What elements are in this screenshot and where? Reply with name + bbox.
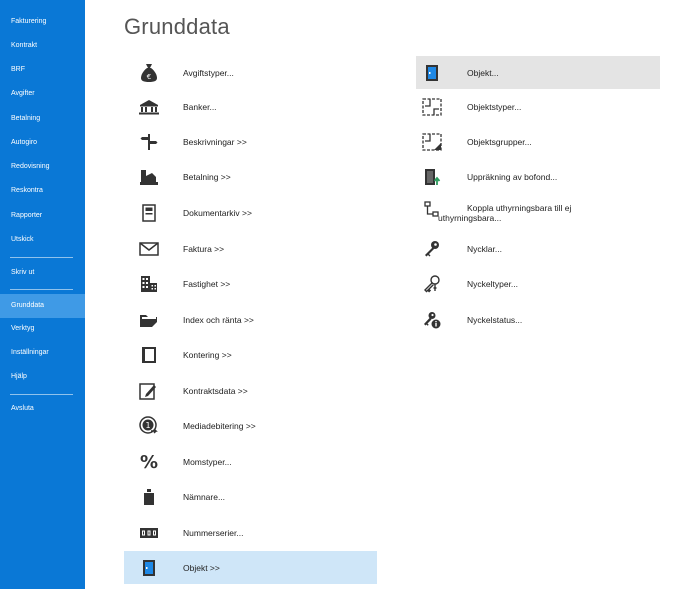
floorplan-icon [421,96,443,118]
menu-item-label: Nummerserier... [183,527,244,538]
sidebar: Fakturering Kontrakt BRF Avgifter Betaln… [0,0,85,589]
door-icon [138,557,160,579]
contract-edit-icon [138,380,160,402]
menu-item-faktura[interactable]: Faktura >> [124,232,377,265]
sidebar-item-rapporter[interactable]: Rapporter [0,205,85,227]
menu-item-objekt-submenu[interactable]: Objekt >> [124,551,377,584]
submenu-item-koppla-uthyrningsbara[interactable]: Koppla uthyrningsbara till ej uthyrnings… [416,196,660,229]
signpost-icon [138,131,160,153]
menu-item-namnare[interactable]: Nämnare... [124,480,377,513]
menu-item-label: Kontraktsdata >> [183,385,248,396]
menu-item-momstyper[interactable]: % Momstyper... [124,445,377,478]
submenu-item-nyckelstatus[interactable]: Nyckelstatus... [416,303,660,336]
key-icon [421,238,443,260]
menu-item-index-och-ranta[interactable]: Index och ränta >> [124,303,377,336]
sidebar-item-kontrakt[interactable]: Kontrakt [0,35,85,57]
submenu-item-objektsgrupper[interactable]: Objektsgrupper... [416,125,660,158]
sidebar-item-hjalp[interactable]: Hjälp [0,366,85,388]
media-debit-icon: 1 [138,415,160,437]
door-icon [421,62,443,84]
sidebar-item-autogiro[interactable]: Autogiro [0,132,85,154]
svg-text:€: € [147,73,151,81]
menu-item-label: Mediadebitering >> [183,420,256,431]
money-bag-icon: € [138,62,160,84]
menu-item-kontering[interactable]: Kontering >> [124,338,377,371]
building-icon [138,273,160,295]
weight-icon [138,486,160,508]
submenu-item-nycklar[interactable]: Nycklar... [416,232,660,265]
menu-item-mediadebitering[interactable]: 1 Mediadebitering >> [124,409,377,442]
envelope-icon [138,238,160,260]
submenu-item-objekt[interactable]: Objekt... [416,56,660,89]
sidebar-item-installningar[interactable]: Inställningar [0,342,85,364]
menu-item-label: Objekt >> [183,562,220,573]
sidebar-item-avgifter[interactable]: Avgifter [0,83,85,105]
submenu-item-nyckeltyper[interactable]: Nyckeltyper... [416,267,660,300]
svg-text:%: % [140,453,158,471]
menu-item-label: Nämnare... [183,491,226,502]
sidebar-item-fakturering[interactable]: Fakturering [0,11,85,33]
sidebar-item-betalning[interactable]: Betalning [0,108,85,130]
folder-chart-icon [138,309,160,331]
sidebar-item-grunddata[interactable]: Grunddata [0,294,85,318]
document-archive-icon [138,202,160,224]
menu-item-label: Objekt... [467,67,499,78]
sidebar-divider [10,289,73,290]
menu-item-label: Nyckelstatus... [467,314,523,325]
menu-item-banker[interactable]: Banker... [124,90,377,123]
menu-item-fastighet[interactable]: Fastighet >> [124,267,377,300]
menu-item-nummerserier[interactable]: Nummerserier... [124,516,377,549]
percent-icon: % [138,451,160,473]
menu-item-label-line2: uthyrningsbara... [438,212,502,223]
menu-item-label: Index och ränta >> [183,314,254,325]
menu-item-label: Koppla uthyrningsbara till ej uthyrnings… [438,203,658,223]
menu-item-label: Fastighet >> [183,278,231,289]
sidebar-item-utskick[interactable]: Utskick [0,229,85,251]
sidebar-item-redovisning[interactable]: Redovisning [0,156,85,178]
menu-item-label: Nyckeltyper... [467,278,519,289]
menu-item-label: Uppräkning av bofond... [467,171,558,182]
sidebar-item-brf[interactable]: BRF [0,59,85,81]
sidebar-item-skriv-ut[interactable]: Skriv ut [0,262,85,284]
menu-item-beskrivningar[interactable]: Beskrivningar >> [124,125,377,158]
sidebar-divider [10,257,73,258]
key-info-icon [421,309,443,331]
bank-icon [138,96,160,118]
menu-item-kontraktsdata[interactable]: Kontraktsdata >> [124,374,377,407]
menu-item-betalning[interactable]: Betalning >> [124,160,377,193]
menu-item-label: Kontering >> [183,349,232,360]
menu-item-label: Momstyper... [183,456,232,467]
menu-item-label: Betalning >> [183,171,231,182]
sidebar-item-reskontra[interactable]: Reskontra [0,180,85,202]
menu-item-label: Dokumentarkiv >> [183,207,252,218]
menu-item-label: Objektstyper... [467,101,522,112]
submenu-item-objektstyper[interactable]: Objektstyper... [416,90,660,123]
menu-item-label: Faktura >> [183,243,225,254]
number-series-icon [138,522,160,544]
menu-item-avgiftstyper[interactable]: € Avgiftstyper... [124,56,377,89]
menu-item-label: Objektsgrupper... [467,136,532,147]
floorplan-group-icon [421,131,443,153]
svg-text:1: 1 [145,421,150,430]
menu-item-label: Banker... [183,101,217,112]
submenu-item-upprakning-av-bofond[interactable]: Uppräkning av bofond... [416,160,660,193]
menu-item-label: Beskrivningar >> [183,136,247,147]
menu-item-label: Avgiftstyper... [183,67,234,78]
page-title: Grunddata [124,14,230,39]
keys-icon [421,273,443,295]
sidebar-divider [10,394,73,395]
sidebar-item-verktyg[interactable]: Verktyg [0,318,85,340]
ledger-book-icon [138,344,160,366]
sidebar-item-avsluta[interactable]: Avsluta [0,398,85,420]
payment-icon [138,166,160,188]
door-up-icon [421,166,443,188]
menu-item-dokumentarkiv[interactable]: Dokumentarkiv >> [124,196,377,229]
menu-item-label: Nycklar... [467,243,502,254]
menu-item-label-line1: Koppla uthyrningsbara till ej [467,202,572,213]
